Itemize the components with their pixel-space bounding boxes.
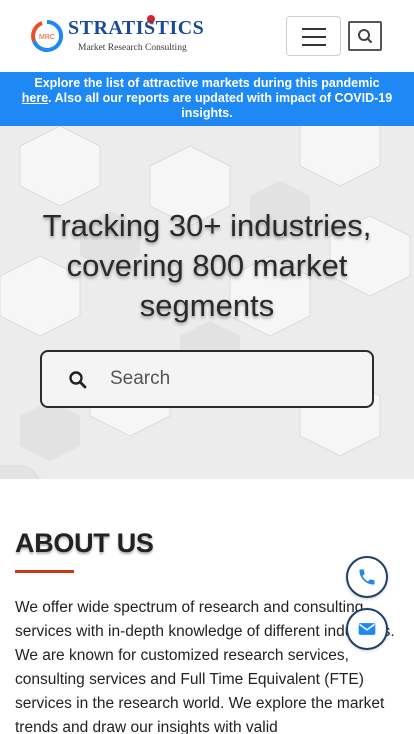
search-icon[interactable] (68, 370, 88, 390)
hero-search-box (40, 350, 374, 408)
logo-emblem-text: MRC (39, 34, 55, 41)
about-heading: ABOUT US (15, 528, 154, 558)
call-button[interactable] (346, 556, 388, 598)
menu-toggle-button[interactable] (286, 16, 341, 56)
hamburger-icon-bar (302, 36, 326, 38)
announcement-banner: Explore the list of attractive markets d… (0, 72, 414, 126)
hero-title: Tracking 30+ industries, covering 800 ma… (42, 208, 372, 323)
logo[interactable]: MRC STRATISTICS Market Research Consulti… (30, 13, 204, 59)
phone-icon (359, 569, 375, 585)
logo-title: STRATISTICS (68, 17, 205, 39)
hero-section: Tracking 30+ industries, covering 800 ma… (0, 126, 414, 479)
banner-link[interactable]: here (22, 91, 48, 105)
mail-icon (358, 623, 376, 635)
site-header: MRC STRATISTICS Market Research Consulti… (0, 0, 414, 72)
about-heading-underline (15, 570, 74, 573)
about-body-text: We offer wide spectrum of research and c… (15, 599, 395, 734)
logo-emblem-icon: MRC (31, 19, 64, 52)
search-icon (358, 29, 373, 44)
hero-search-input[interactable] (110, 364, 360, 394)
email-button[interactable] (346, 608, 388, 650)
banner-text-before: Explore the list of attractive markets d… (34, 76, 380, 90)
search-toggle-button[interactable] (348, 21, 382, 51)
hamburger-icon (302, 28, 326, 30)
banner-text-after: . Also all our reports are updated with … (48, 91, 393, 120)
logo-subtitle: Market Research Consulting (78, 43, 187, 53)
hamburger-icon-bar (302, 44, 326, 46)
